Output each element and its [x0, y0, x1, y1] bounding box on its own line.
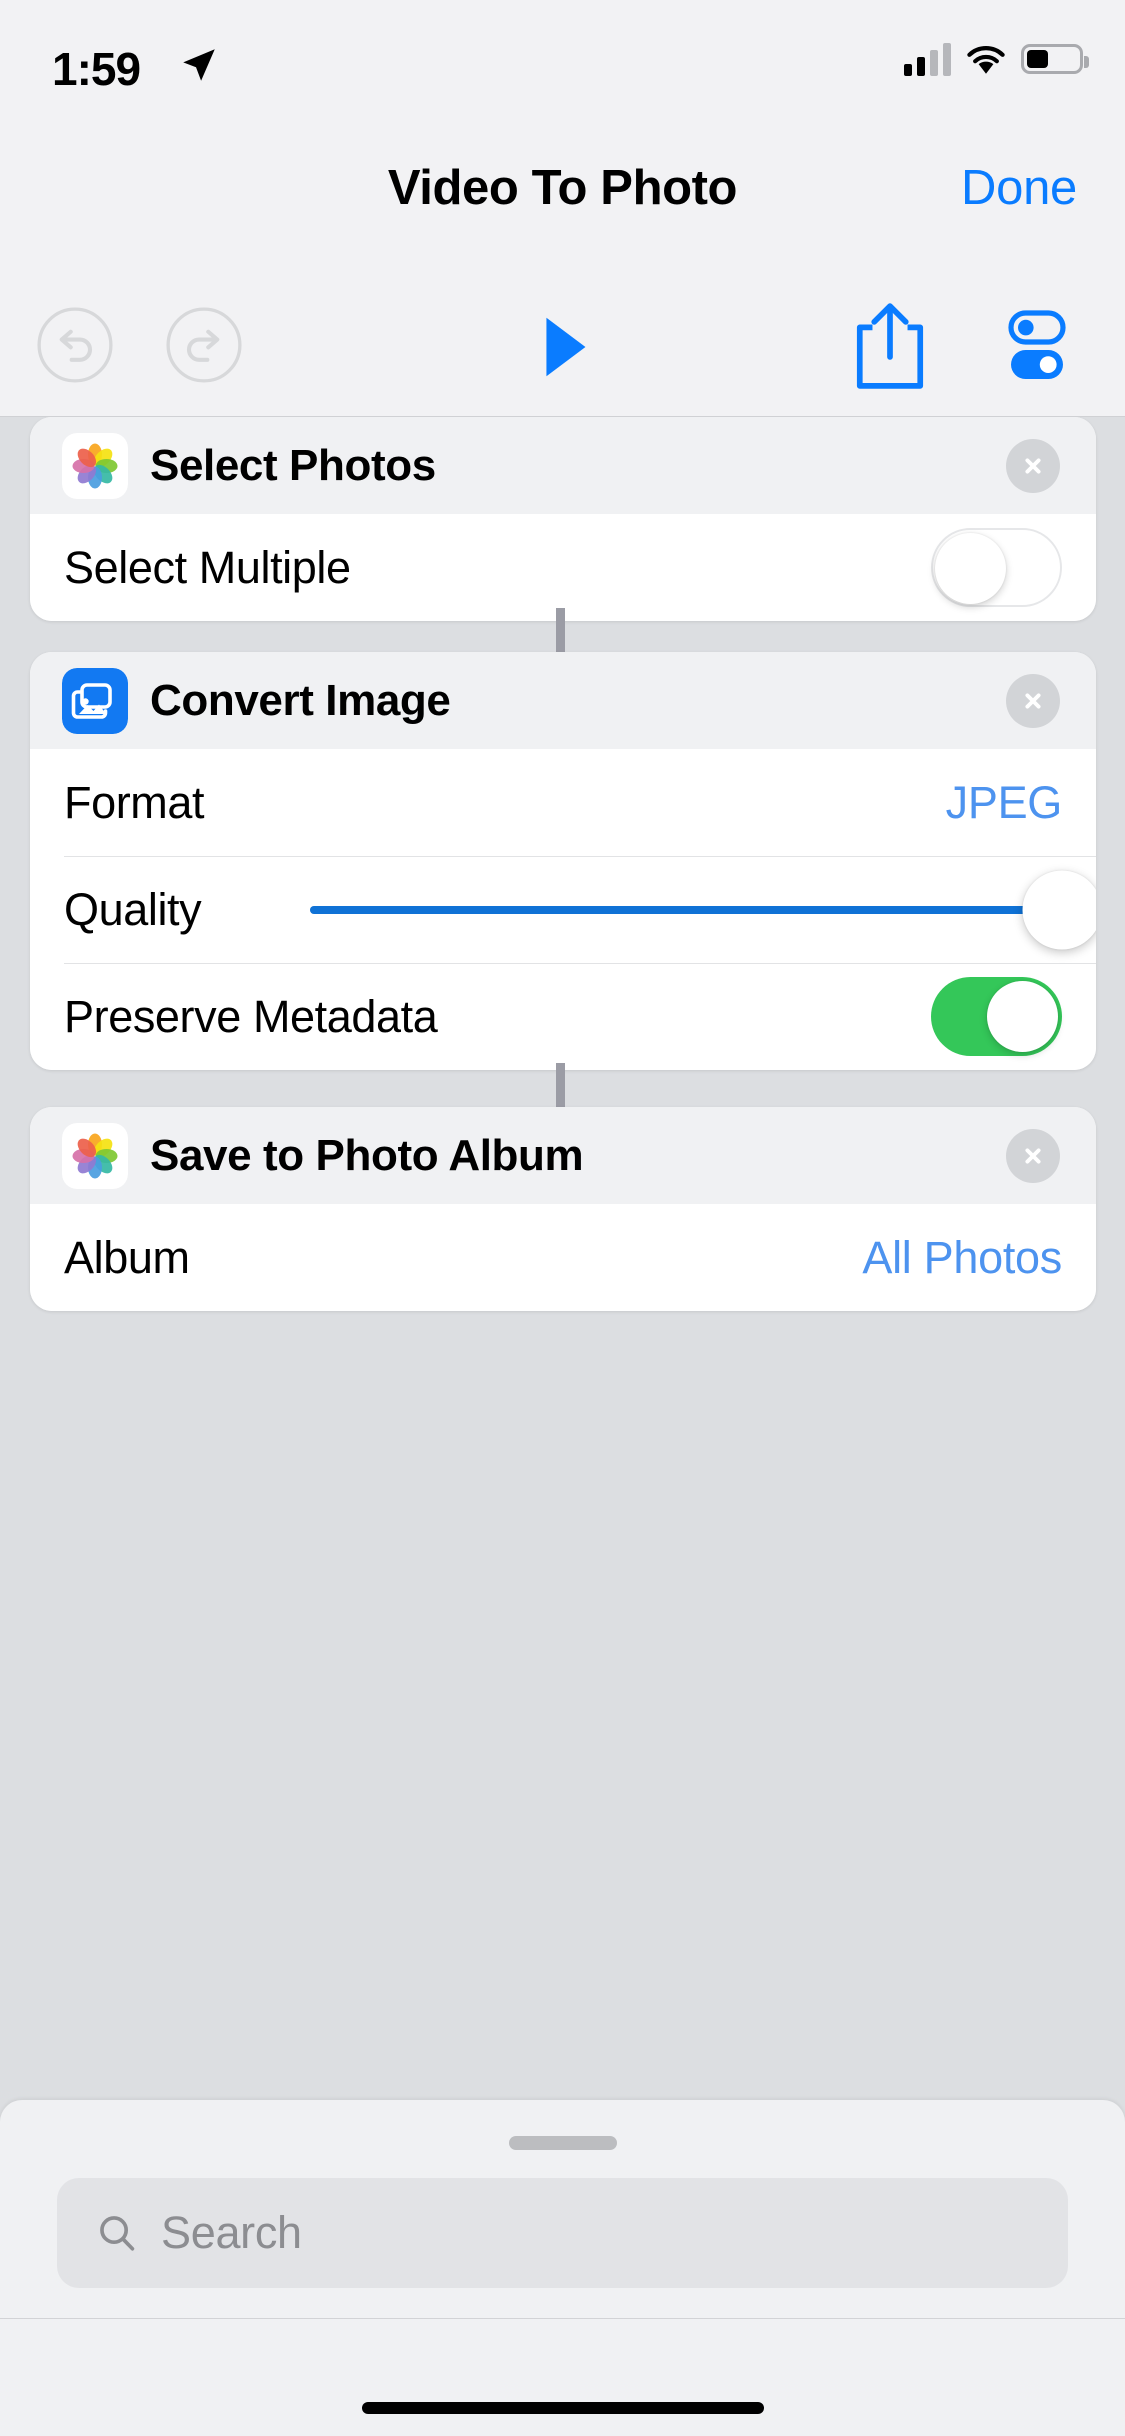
actions-list: Select Photos Select Multiple Convert Im… — [0, 417, 1125, 2100]
toggle-knob — [935, 533, 1006, 604]
close-x-glyph — [1025, 692, 1041, 709]
wifi-icon — [967, 46, 1005, 74]
row-label: Format — [64, 776, 205, 828]
toggle-knob — [987, 981, 1058, 1052]
home-indicator — [361, 2402, 764, 2414]
preserve-metadata-toggle[interactable] — [931, 977, 1062, 1056]
navigation-bar: Video To Photo Done — [0, 132, 1125, 280]
slider-thumb[interactable] — [1022, 870, 1096, 949]
close-icon[interactable] — [1006, 438, 1060, 493]
shortcuts-editor-screen: 1:59 Video To Photo Done Select Photos S… — [0, 0, 1125, 2436]
action-card-save-to-photo-album[interactable]: Save to Photo Album Album All Photos — [30, 1107, 1096, 1311]
action-header[interactable]: Save to Photo Album — [30, 1107, 1096, 1204]
action-title: Save to Photo Album — [150, 1130, 584, 1180]
row-select-multiple[interactable]: Select Multiple — [30, 514, 1096, 621]
close-icon[interactable] — [1006, 1128, 1060, 1183]
format-value[interactable]: JPEG — [946, 777, 1063, 829]
search-icon — [100, 2216, 135, 2251]
status-bar-indicators — [904, 42, 1089, 76]
album-value[interactable]: All Photos — [862, 1232, 1062, 1284]
location-arrow-icon — [183, 49, 215, 81]
editor-toolbar — [0, 280, 1125, 417]
play-icon[interactable] — [525, 308, 603, 386]
close-icon[interactable] — [1006, 673, 1060, 728]
action-title: Convert Image — [150, 675, 451, 725]
close-x-glyph — [1025, 1147, 1041, 1164]
row-label: Select Multiple — [64, 541, 351, 593]
photos-app-icon — [62, 1122, 128, 1189]
action-connector — [556, 1063, 565, 1107]
page-title: Video To Photo — [387, 161, 738, 215]
search-placeholder: Search — [161, 2207, 302, 2258]
row-album[interactable]: Album All Photos — [30, 1204, 1096, 1311]
row-label: Quality — [64, 883, 202, 935]
action-card-select-photos[interactable]: Select Photos Select Multiple — [30, 417, 1096, 621]
photos-app-icon — [62, 432, 128, 499]
row-quality[interactable]: Quality — [30, 856, 1096, 963]
undo-icon[interactable] — [36, 306, 114, 384]
battery-icon — [1021, 44, 1089, 74]
search-field[interactable]: Search — [57, 2178, 1068, 2288]
row-label: Album — [64, 1231, 190, 1283]
row-format[interactable]: Format JPEG — [30, 749, 1096, 856]
sheet-divider — [0, 2318, 1125, 2319]
close-x-glyph — [1025, 457, 1041, 474]
done-button[interactable]: Done — [961, 160, 1077, 216]
bottom-sheet: Search — [0, 2100, 1125, 2436]
action-connector — [556, 608, 565, 652]
row-preserve-metadata[interactable]: Preserve Metadata — [30, 963, 1096, 1070]
redo-icon[interactable] — [165, 306, 243, 384]
row-label: Preserve Metadata — [64, 990, 438, 1042]
action-header[interactable]: Convert Image — [30, 652, 1096, 749]
action-header[interactable]: Select Photos — [30, 417, 1096, 514]
quality-slider[interactable] — [310, 870, 1096, 949]
toggles-icon[interactable] — [997, 306, 1077, 386]
grabber-handle[interactable] — [508, 2136, 617, 2150]
convert-image-icon — [62, 667, 128, 734]
cellular-signal-icon — [904, 42, 951, 76]
action-title: Select Photos — [150, 440, 436, 490]
status-bar-time: 1:59 — [52, 43, 141, 95]
status-bar: 1:59 — [0, 0, 1125, 132]
select-multiple-toggle[interactable] — [931, 528, 1062, 607]
share-icon[interactable] — [851, 300, 929, 392]
slider-fill — [310, 905, 1062, 914]
action-card-convert-image[interactable]: Convert Image Format JPEG Quality Preser… — [30, 652, 1096, 1070]
